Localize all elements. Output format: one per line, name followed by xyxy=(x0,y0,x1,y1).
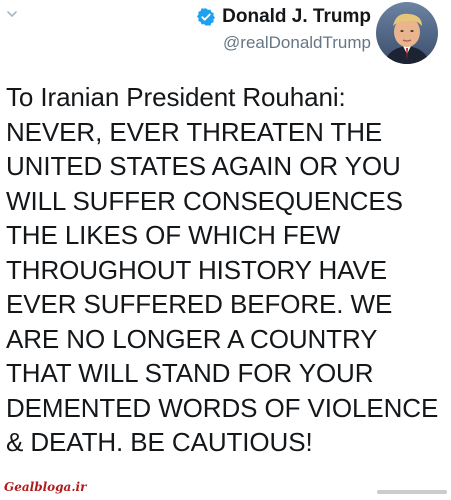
tweet-line: UNITED STATES AGAIN OR YOU xyxy=(6,151,401,181)
tweet-text: To Iranian President Rouhani: NEVER, EVE… xyxy=(6,80,446,460)
watermark-mark xyxy=(377,490,447,494)
tweet-line: NEVER, EVER THREATEN THE xyxy=(6,116,383,147)
tweet-line: EVER SUFFERED BEFORE. WE xyxy=(6,289,393,319)
tweet-line: WILL SUFFER CONSEQUENCES xyxy=(6,185,403,216)
tweet-line: THAT WILL STAND FOR YOUR xyxy=(6,358,374,388)
avatar[interactable] xyxy=(376,2,438,64)
author-name[interactable]: Donald J. Trump xyxy=(222,6,371,28)
author-name-row: Donald J. Trump xyxy=(196,6,371,28)
tweet-line: THE LIKES OF WHICH FEW xyxy=(6,220,341,250)
author-handle[interactable]: @realDonaldTrump xyxy=(196,33,371,53)
watermark-strip: Gealbloga.ir xyxy=(0,466,451,500)
tweet-line: ARE NO LONGER A COUNTRY xyxy=(6,323,378,354)
watermark-logo: Gealbloga.ir xyxy=(4,480,87,494)
chevron-down-icon[interactable] xyxy=(6,8,18,20)
tweet-line: THROUGHOUT HISTORY HAVE xyxy=(6,254,388,285)
tweet-line: & DEATH. BE CAUTIOUS! xyxy=(6,427,313,457)
tweet-line: To Iranian President Rouhani: xyxy=(6,82,346,112)
verified-badge-icon xyxy=(197,8,216,26)
tweet-line: DEMENTED WORDS OF VIOLENCE xyxy=(6,392,439,423)
profile-avatar-image xyxy=(376,2,438,64)
tweet-author[interactable]: Donald J. Trump @realDonaldTrump xyxy=(196,6,371,53)
